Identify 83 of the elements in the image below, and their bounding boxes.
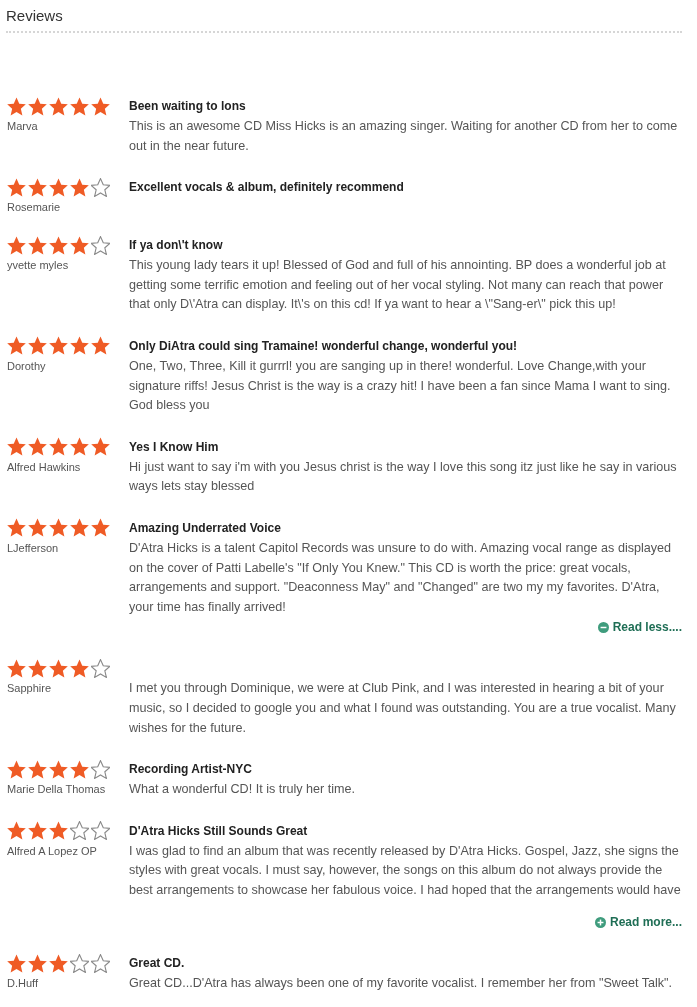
read-more-link[interactable]: Read more...	[594, 912, 682, 933]
star-icon	[49, 658, 68, 678]
reviewer-name: Dorothy	[7, 358, 46, 373]
star-icon	[70, 96, 89, 116]
review-title: Great CD.	[129, 955, 186, 973]
star-icon	[28, 96, 47, 116]
reviewer-name: Marie Della Thomas	[7, 782, 106, 797]
star-outline-icon	[91, 235, 110, 255]
reviewer-name: Sapphire	[7, 681, 52, 696]
star-icon	[70, 518, 89, 538]
review-text: What a wonderful CD! It is truly her time.	[129, 781, 357, 799]
review-text: Great CD...D'Atra has always been one of my favorite vocalist. I remember her from "Sweet Talk".	[129, 975, 674, 993]
star-icon	[49, 177, 68, 197]
section-title: Reviews	[6, 7, 63, 25]
review-title: Amazing Underrated Voice	[129, 519, 282, 537]
star-icon	[7, 177, 26, 197]
star-icon	[91, 518, 110, 538]
plus-circle-icon	[594, 916, 606, 928]
star-icon	[7, 96, 26, 116]
star-icon	[7, 336, 26, 356]
star-icon	[70, 336, 89, 356]
star-icon	[70, 759, 89, 779]
reviewer-name: Alfred Hawkins	[7, 459, 81, 474]
star-outline-icon	[91, 177, 110, 197]
star-icon	[7, 953, 26, 973]
reviewer-name: Alfred A Lopez OP	[7, 843, 97, 858]
review-title: If ya don\'t know	[129, 237, 224, 255]
star-outline-icon	[91, 953, 110, 973]
review-title: Yes I Know Him	[129, 438, 220, 456]
star-icon	[91, 96, 110, 116]
star-icon	[7, 821, 26, 841]
star-icon	[7, 518, 26, 538]
star-icon	[49, 437, 68, 457]
reviewer-name: yvette myles	[7, 258, 69, 273]
review-title: Excellent vocals & album, definitely recommend	[129, 179, 405, 197]
star-icon	[49, 953, 68, 973]
review-title: Been waiting to lons	[129, 98, 247, 115]
star-icon	[28, 336, 47, 356]
review-title: Only DiAtra could sing Tramaine! wonderful change, wonderful you!	[129, 337, 519, 355]
star-icon	[28, 235, 47, 255]
star-outline-icon	[91, 821, 110, 841]
review-text: This is an awesome CD Miss Hicks is an amazing singer. Waiting for another CD from her to come out in the near future.	[129, 118, 679, 155]
star-icon	[49, 235, 68, 255]
reviewer-name: D.Huff	[7, 976, 38, 991]
minus-circle-icon	[597, 621, 609, 633]
star-icon	[49, 336, 68, 356]
star-icon	[49, 518, 68, 538]
star-icon	[28, 177, 47, 197]
review-title: D'Atra Hicks Still Sounds Great	[129, 822, 309, 840]
star-icon	[7, 437, 26, 457]
reviewer-name: Rosemarie	[7, 200, 61, 215]
star-icon	[7, 235, 26, 255]
read-less-link[interactable]: Read less....	[597, 617, 682, 638]
reviewer-name: Marva	[7, 119, 38, 133]
review-text: I met you through Dominique, we were at Club Pink, and I was interested in hearing a bit of your music, so I decided to google you and what I found was outstanding. You are a true vocalist. Many wishes for the future.	[129, 680, 677, 737]
star-icon	[28, 658, 47, 678]
review-text: This young lady tears it up! Blessed of God and full of his annointing. BP does a wonderful job at getting some terrific emotion and feeling out of her vocal styling. Not many can reach that power that only D\'Atra can display. It\'s on this cd! If ya want to hear a \"Sang-er\" pick this up!	[129, 257, 667, 314]
reviewer-name: LJefferson	[7, 540, 59, 555]
star-icon	[91, 336, 110, 356]
star-icon	[49, 96, 68, 116]
star-icon	[49, 759, 68, 779]
star-icon	[70, 437, 89, 457]
review-text: One, Two, Three, Kill it gurrrl! you are sanging up in there! wonderful. Love Change,with your signature riffs! Jesus Christ is the way is a crazy hit! I have been a fan since Mama I want to sing. God bless you	[129, 357, 672, 415]
star-outline-icon	[91, 759, 110, 779]
star-outline-icon	[91, 658, 110, 678]
review-text: Hi just want to say i'm with you Jesus christ is the way I love this song itz just like he say in various ways lets stay blessed	[129, 458, 678, 496]
star-icon	[91, 437, 110, 457]
star-icon	[28, 437, 47, 457]
star-icon	[70, 177, 89, 197]
star-icon	[70, 235, 89, 255]
star-icon	[7, 658, 26, 678]
star-icon	[7, 759, 26, 779]
star-icon	[28, 759, 47, 779]
star-icon	[28, 518, 47, 538]
star-icon	[28, 821, 47, 841]
star-outline-icon	[70, 821, 89, 841]
star-icon	[49, 821, 68, 841]
star-outline-icon	[70, 953, 89, 973]
star-icon	[28, 953, 47, 973]
review-text: I was glad to find an album that was recently released by D'Atra Hicks. Gospel, Jazz, she signs the styles with great vocals. I must say, however, the songs on this album do not always provide the best arrangements to showcase her fabulous voice. I had hoped that the arrangements would have	[129, 842, 682, 899]
review-text: D'Atra Hicks is a talent Capitol Records was unsure to do with. Amazing vocal range as displayed on the cover of Patti Labelle's "If Only You Knew." This CD is worth the price: great vocals, arrangements and support. "Deaconness May" and "Changed" are two my my favorites. D'Atra, your time has finally arrived!	[129, 539, 673, 616]
star-icon	[70, 658, 89, 678]
review-title: Recording Artist-NYC	[129, 761, 253, 779]
